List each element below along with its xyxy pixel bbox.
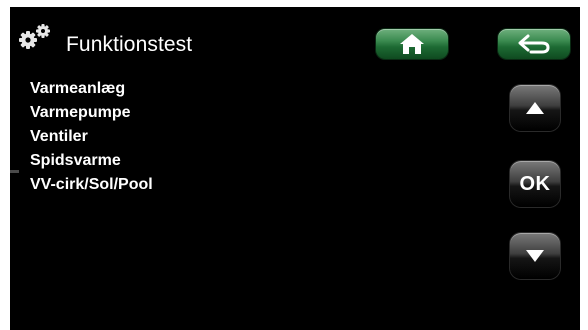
menu-list: Varmeanlæg Varmepumpe Ventiler Spidsvarm… [30,77,153,197]
ok-button[interactable]: OK [510,161,560,207]
triangle-up-icon [526,102,544,114]
home-button[interactable] [376,29,448,59]
menu-item-varmeanlaeg[interactable]: Varmeanlæg [30,77,153,101]
gears-icon [16,21,56,53]
page-title: Funktionstest [66,33,193,56]
scroll-up-button[interactable] [510,85,560,131]
back-button[interactable] [498,29,570,59]
scroll-down-button[interactable] [510,233,560,279]
back-arrow-icon [518,34,550,54]
function-test-screen: Funktionstest Varmeanlæg Varmepumpe Vent… [10,7,580,330]
ok-label: OK [519,172,551,195]
menu-item-spidsvarme[interactable]: Spidsvarme [30,149,153,173]
triangle-down-icon [526,250,544,262]
home-icon [400,34,424,54]
menu-item-varmepumpe[interactable]: Varmepumpe [30,101,153,125]
menu-item-ventiler[interactable]: Ventiler [30,125,153,149]
menu-item-vv-cirk-sol-pool[interactable]: VV-cirk/Sol/Pool [30,173,153,197]
selection-marker [10,170,19,173]
